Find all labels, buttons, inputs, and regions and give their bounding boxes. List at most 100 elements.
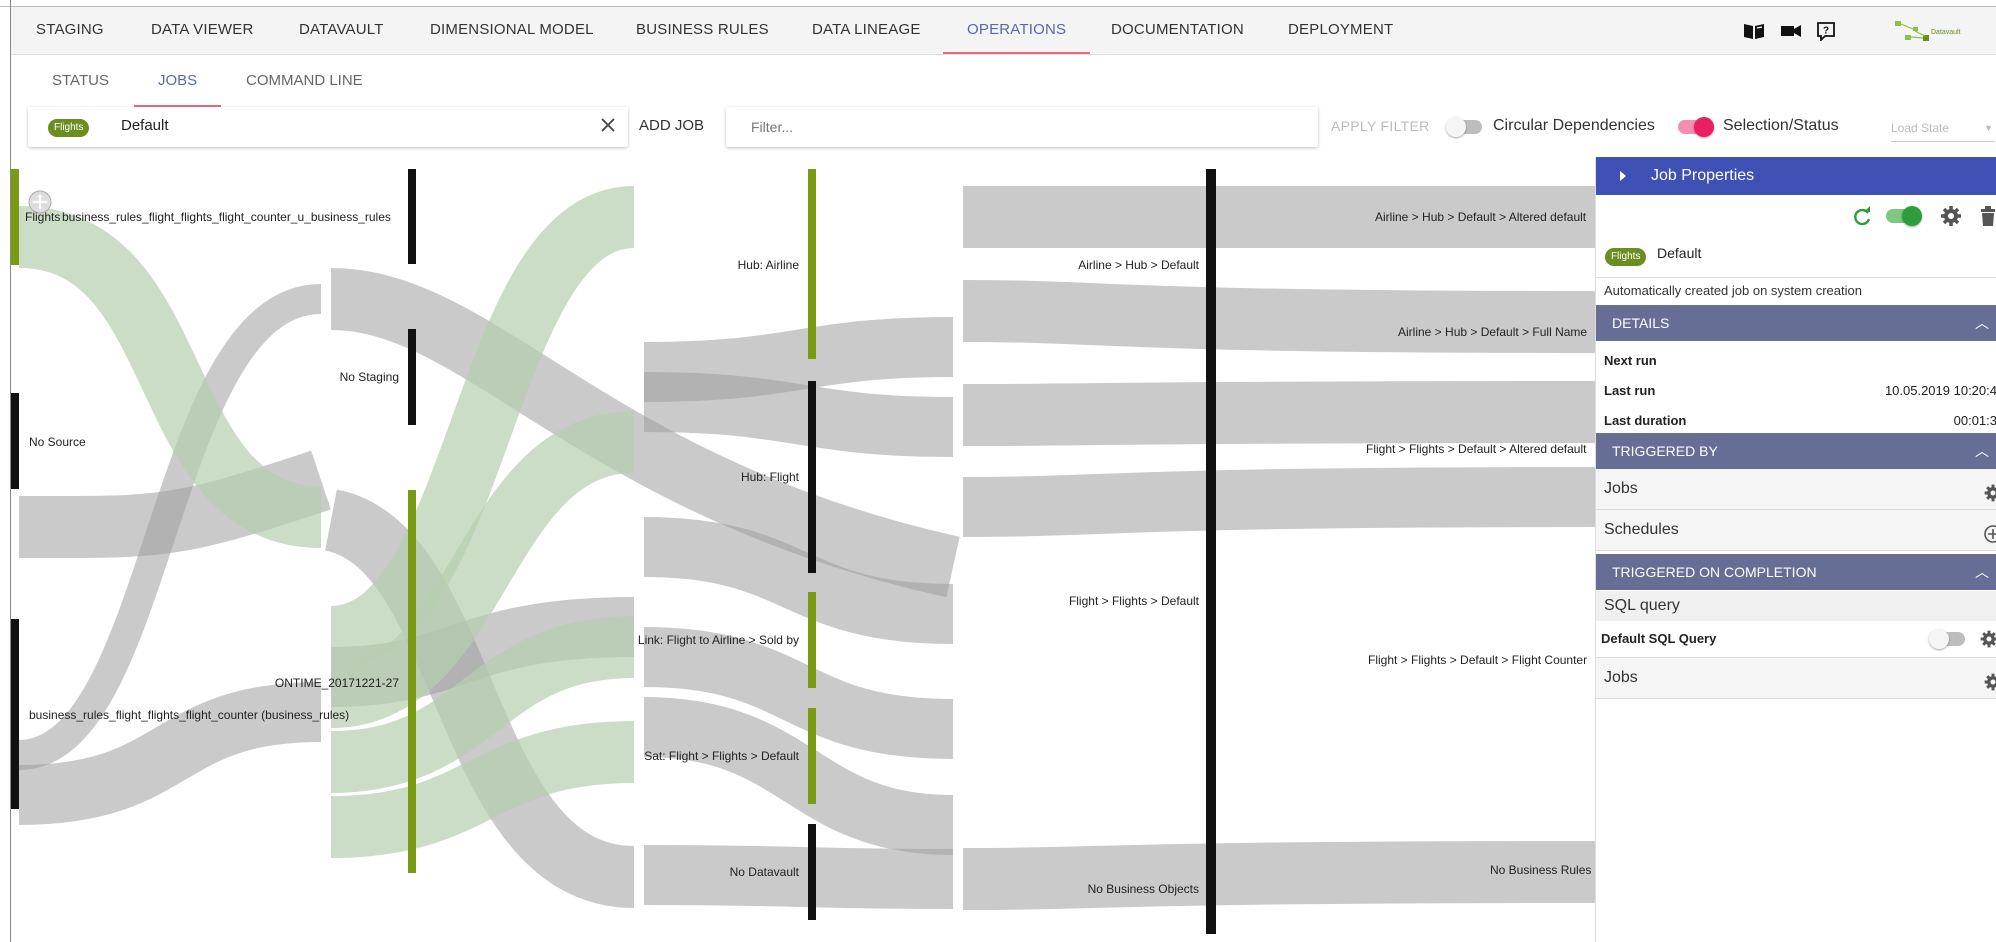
tab-command-line[interactable]: COMMAND LINE: [246, 55, 363, 107]
book-open-icon[interactable]: [1741, 19, 1767, 43]
sankey-link: [962, 381, 1596, 446]
triggered-by-schedules-label: Schedules: [1604, 521, 1679, 538]
sankey-node-business-rules-source: [11, 619, 19, 809]
job-name: Default: [1657, 245, 1702, 261]
tab-staging[interactable]: STAGING: [36, 7, 104, 54]
gear-icon[interactable]: [1975, 479, 1996, 502]
triggered-by-schedules[interactable]: Schedules: [1596, 510, 1996, 551]
job-dependency-sankey: Flights business_rules_flight_flights_fl…: [11, 157, 1596, 942]
sankey-node-link-flight-airline: [808, 592, 816, 688]
tab-data-viewer[interactable]: DATA VIEWER: [151, 7, 254, 54]
node-label-airline-altered-default: Airline > Hub > Default > Altered defaul…: [1375, 210, 1587, 224]
details-title: DETAILS: [1612, 315, 1670, 331]
apply-filter-button[interactable]: APPLY FILTER: [1331, 118, 1430, 134]
load-state-placeholder: Load State: [1891, 121, 1950, 135]
clear-selection-icon[interactable]: [598, 115, 618, 135]
node-label-no-business-objects: No Business Objects: [1087, 882, 1199, 896]
svg-text:?: ?: [1823, 26, 1829, 37]
sankey-node-hub-flight: [808, 381, 816, 573]
load-state-select[interactable]: Load State ▼: [1891, 115, 1995, 142]
tab-status[interactable]: STATUS: [52, 55, 109, 107]
triggered-on-completion-title: TRIGGERED ON COMPLETION: [1612, 564, 1817, 580]
completion-jobs[interactable]: Jobs: [1596, 658, 1996, 699]
node-label-no-datavault: No Datavault: [729, 865, 799, 879]
gear-icon[interactable]: [1979, 629, 1996, 649]
node-label-no-staging: No Staging: [339, 370, 399, 384]
completion-jobs-label: Jobs: [1604, 669, 1638, 686]
sankey-link: [962, 467, 1596, 537]
project-chip: Flights: [1605, 248, 1647, 266]
chevron-up-icon: ︿: [1975, 564, 1989, 580]
last-run-value: 10.05.2019 10:20:4: [1884, 383, 1996, 398]
triggered-by-title: TRIGGERED BY: [1612, 443, 1718, 459]
jobs-filter-bar: Flights Default ADD JOB APPLY FILTER Cir…: [11, 107, 1996, 153]
triggered-by-section-header[interactable]: TRIGGERED BY ︿: [1596, 433, 1996, 469]
tab-operations[interactable]: OPERATIONS: [942, 7, 1091, 54]
last-run-label: Last run: [1604, 383, 1656, 398]
sankey-link: [962, 280, 1596, 353]
gear-icon[interactable]: [1975, 668, 1996, 691]
tab-deployment[interactable]: DEPLOYMENT: [1288, 7, 1393, 54]
selected-job-name: Default: [121, 117, 169, 134]
tab-business-rules[interactable]: BUSINESS RULES: [636, 7, 769, 54]
triggered-by-jobs[interactable]: Jobs: [1596, 469, 1996, 510]
chevron-up-icon: ︿: [1975, 443, 1989, 459]
logo-text: Datavault: [1931, 29, 1961, 36]
triggered-by-jobs-label: Jobs: [1604, 480, 1638, 497]
triggered-on-completion-section-header[interactable]: TRIGGERED ON COMPLETION ︿: [1596, 554, 1996, 590]
node-label-sat-flight: Sat: Flight > Flights > Default: [644, 749, 799, 763]
circular-dependencies-label: Circular Dependencies: [1493, 117, 1655, 134]
next-run-label: Next run: [1604, 353, 1657, 368]
job-properties-header[interactable]: Job Properties: [1596, 157, 1996, 195]
node-label-ontime: ONTIME_20171221-27: [274, 676, 399, 690]
last-duration-label: Last duration: [1604, 413, 1687, 428]
default-sql-query-toggle[interactable]: [1929, 629, 1965, 649]
node-label-hub-flight: Hub: Flight: [740, 470, 799, 484]
sankey-node-airline-hub-default: [1206, 169, 1216, 934]
default-sql-query-row: Default SQL Query: [1596, 621, 1996, 658]
node-label-airline-hub-default: Airline > Hub > Default: [1078, 258, 1199, 272]
node-label-hub-airline: Hub: Airline: [737, 258, 799, 272]
gear-icon[interactable]: [1939, 204, 1963, 228]
tab-documentation[interactable]: DOCUMENTATION: [1111, 7, 1244, 54]
window-left-border: [10, 0, 11, 942]
chevron-up-icon: ︿: [1975, 315, 1989, 331]
tab-data-lineage[interactable]: DATA LINEAGE: [812, 7, 921, 54]
datavault-logo[interactable]: Datavault: [1893, 19, 1969, 45]
tab-dimensional-model[interactable]: DIMENSIONAL MODEL: [430, 7, 594, 54]
tab-jobs[interactable]: JOBS: [133, 55, 222, 107]
tab-datavault[interactable]: DATAVAULT: [299, 7, 384, 54]
circular-dependencies-toggle[interactable]: [1446, 117, 1482, 137]
divider: [1596, 277, 1996, 278]
add-job-button[interactable]: ADD JOB: [639, 117, 704, 134]
node-label-business-rules-source: business_rules_flight_flights_flight_cou…: [29, 708, 350, 722]
video-camera-icon[interactable]: [1778, 19, 1804, 43]
filter-input[interactable]: [726, 107, 1318, 147]
job-properties-panel: Job Properties Flights Default Automatic…: [1595, 157, 1996, 942]
node-label-no-business-rules: No Business Rules: [1490, 863, 1592, 877]
sankey-node-sat-flight: [808, 708, 816, 804]
node-label-link-flight-airline: Link: Flight to Airline > Sold by: [637, 633, 799, 647]
node-label-flight-altered-default: Flight > Flights > Default > Altered def…: [1366, 442, 1587, 456]
project-chip: Flights: [48, 119, 90, 137]
help-question-icon[interactable]: ?: [1813, 19, 1839, 43]
sankey-node-hub-airline: [808, 169, 816, 359]
node-label-business-rules-staging: business_rules_flight_flights_flight_cou…: [62, 210, 391, 224]
sankey-node-ontime: [408, 490, 416, 873]
expand-triangle-icon: [1620, 171, 1626, 181]
sankey-node-no-datavault: [808, 824, 816, 920]
default-sql-query-label: Default SQL Query: [1601, 631, 1717, 646]
details-section-header[interactable]: DETAILS ︿: [1596, 305, 1996, 341]
add-circle-icon[interactable]: [1975, 520, 1996, 543]
node-label-no-source: No Source: [29, 435, 86, 449]
delete-trash-icon[interactable]: [1979, 205, 1996, 227]
chevron-down-icon: ▼: [1984, 123, 1993, 133]
job-selector[interactable]: Flights Default: [28, 107, 628, 147]
job-enabled-toggle[interactable]: [1886, 206, 1922, 226]
refresh-icon[interactable]: [1851, 205, 1873, 227]
sql-query-header: SQL query: [1596, 591, 1996, 621]
sankey-node-flights: [11, 169, 19, 265]
node-label-flight-counter: Flight > Flights > Default > Flight Coun…: [1368, 653, 1588, 667]
selection-status-toggle[interactable]: [1678, 117, 1714, 137]
operations-subtabs: STATUS JOBS COMMAND LINE: [11, 55, 1996, 107]
